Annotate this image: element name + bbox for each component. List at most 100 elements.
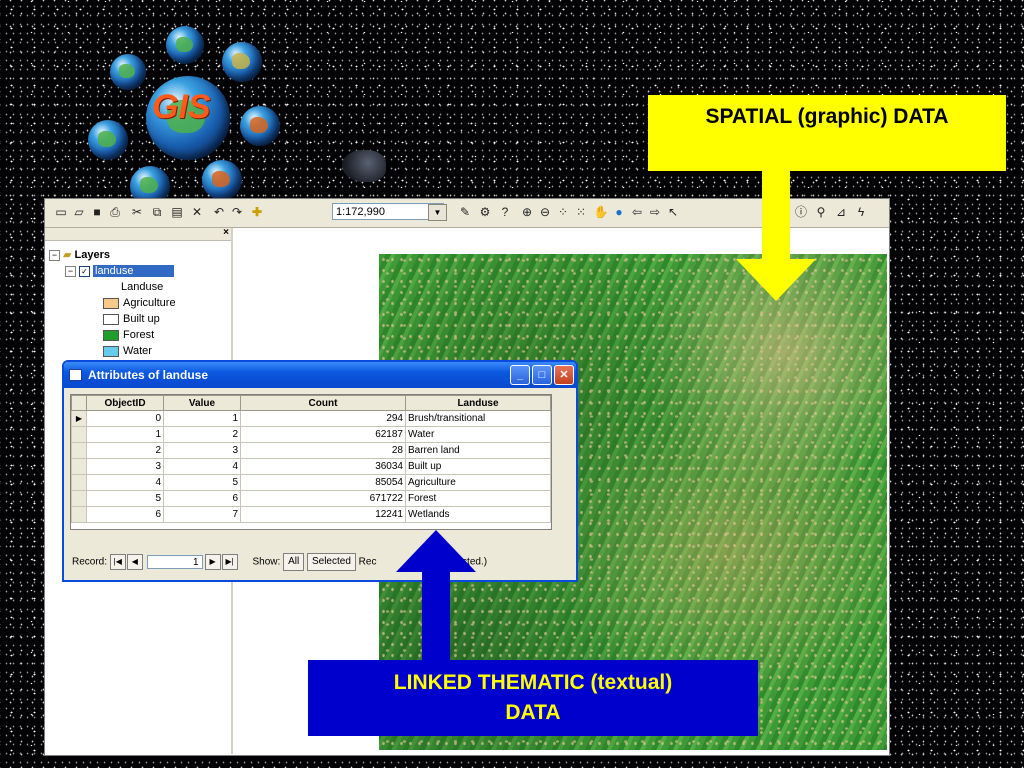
close-button[interactable]: ✕: [554, 365, 574, 385]
next-record-icon[interactable]: ▶: [204, 554, 221, 570]
table-row[interactable]: 1 2 62187 Water: [71, 426, 551, 443]
arrow-up-icon: [396, 530, 476, 660]
save-icon[interactable]: ■: [89, 204, 105, 220]
editor-icon[interactable]: ✎: [457, 204, 473, 220]
cell-value[interactable]: 2: [163, 426, 241, 443]
cell-objectid[interactable]: 2: [86, 442, 164, 459]
cell-count[interactable]: 36034: [240, 458, 406, 475]
cell-count[interactable]: 671722: [240, 490, 406, 507]
cell-landuse[interactable]: Agriculture: [405, 474, 551, 491]
chevron-down-icon[interactable]: ▼: [428, 204, 447, 221]
row-header[interactable]: [71, 490, 87, 507]
table-row[interactable]: 4 5 85054 Agriculture: [71, 474, 551, 491]
last-record-icon[interactable]: ▶|: [221, 554, 238, 570]
cut-icon[interactable]: ✂: [129, 204, 145, 220]
cell-objectid[interactable]: 6: [86, 506, 164, 523]
cell-landuse[interactable]: Barren land: [405, 442, 551, 459]
cell-value[interactable]: 7: [163, 506, 241, 523]
select-icon[interactable]: ↖: [665, 204, 681, 220]
copy-icon[interactable]: ⧉: [149, 204, 165, 220]
column-header-landuse[interactable]: Landuse: [405, 395, 551, 411]
whats-this-icon[interactable]: ?: [497, 204, 513, 220]
back-icon[interactable]: ⇦: [629, 204, 645, 220]
arctoolbox-icon[interactable]: ⚙: [477, 204, 493, 220]
row-header[interactable]: [71, 506, 87, 523]
table-row[interactable]: 2 3 28 Barren land: [71, 442, 551, 459]
thematic-data-callout: LINKED THEMATIC (textual) DATA: [308, 660, 758, 736]
gis-logo-text: GIS: [152, 88, 211, 126]
collapse-icon[interactable]: −: [49, 249, 60, 261]
cell-landuse[interactable]: Forest: [405, 490, 551, 507]
cell-count[interactable]: 294: [240, 410, 406, 427]
redo-icon[interactable]: ↷: [229, 204, 245, 220]
cell-value[interactable]: 3: [163, 442, 241, 459]
cell-count[interactable]: 62187: [240, 426, 406, 443]
legend-item: Agriculture: [103, 296, 176, 310]
print-icon[interactable]: ⎙: [107, 204, 123, 220]
row-header[interactable]: [71, 442, 87, 459]
close-icon[interactable]: ×: [223, 227, 229, 238]
row-header[interactable]: [71, 458, 87, 475]
layer-name[interactable]: landuse: [93, 265, 174, 277]
layers-label: Layers: [74, 249, 111, 261]
cell-count[interactable]: 85054: [240, 474, 406, 491]
zoom-in-icon[interactable]: ⊕: [519, 204, 535, 220]
new-document-icon[interactable]: ▭: [53, 204, 69, 220]
cell-value[interactable]: 4: [163, 458, 241, 475]
row-header[interactable]: [71, 426, 87, 443]
cell-count[interactable]: 28: [240, 442, 406, 459]
open-folder-icon[interactable]: ▱: [71, 204, 87, 220]
toc-root[interactable]: − ▰ Layers: [49, 248, 110, 262]
add-data-icon[interactable]: ✚: [249, 204, 265, 220]
record-number-input[interactable]: 1: [146, 555, 203, 569]
show-all-button[interactable]: All: [283, 553, 305, 571]
previous-record-icon[interactable]: ◀: [126, 554, 143, 570]
column-header-value[interactable]: Value: [163, 395, 241, 411]
layers-icon: ▰: [63, 249, 72, 261]
dialog-titlebar[interactable]: Attributes of landuse _ □ ✕: [64, 362, 576, 388]
table-row[interactable]: ▶ 0 1 294 Brush/transitional: [71, 410, 551, 427]
cell-value[interactable]: 6: [163, 490, 241, 507]
cell-landuse[interactable]: Brush/transitional: [405, 410, 551, 427]
cell-objectid[interactable]: 4: [86, 474, 164, 491]
cell-landuse[interactable]: Built up: [405, 458, 551, 475]
cell-objectid[interactable]: 3: [86, 458, 164, 475]
legend-swatch: [103, 313, 119, 325]
cell-objectid[interactable]: 0: [86, 410, 164, 427]
first-record-icon[interactable]: |◀: [109, 554, 126, 570]
undo-icon[interactable]: ↶: [211, 204, 227, 220]
cell-objectid[interactable]: 5: [86, 490, 164, 507]
toc-layer-landuse[interactable]: − ✓ landuse: [65, 264, 174, 278]
table-row[interactable]: 6 7 12241 Wetlands: [71, 506, 551, 523]
maximize-button[interactable]: □: [532, 365, 552, 385]
column-header-objectid[interactable]: ObjectID: [86, 395, 164, 411]
fixed-zoom-out-icon[interactable]: ⁙: [573, 204, 589, 220]
pan-icon[interactable]: ✋: [593, 204, 609, 220]
full-extent-icon[interactable]: ●: [611, 204, 627, 220]
collapse-icon[interactable]: −: [65, 265, 76, 277]
delete-icon[interactable]: ✕: [189, 204, 205, 220]
minimize-button[interactable]: _: [510, 365, 530, 385]
show-label: Show:: [252, 556, 281, 568]
cell-count[interactable]: 12241: [240, 506, 406, 523]
hyperlink-icon[interactable]: ϟ: [853, 204, 869, 220]
toc-header: ×: [45, 227, 231, 241]
cell-landuse[interactable]: Water: [405, 426, 551, 443]
thematic-callout-line1: LINKED THEMATIC (textual): [393, 671, 673, 694]
forward-icon[interactable]: ⇨: [647, 204, 663, 220]
column-header-count[interactable]: Count: [240, 395, 406, 411]
cell-objectid[interactable]: 1: [86, 426, 164, 443]
cell-value[interactable]: 5: [163, 474, 241, 491]
table-row[interactable]: 5 6 671722 Forest: [71, 490, 551, 507]
cell-value[interactable]: 1: [163, 410, 241, 427]
layer-visibility-checkbox[interactable]: ✓: [79, 265, 90, 277]
row-header[interactable]: [71, 474, 87, 491]
show-selected-button[interactable]: Selected: [306, 553, 356, 571]
paste-icon[interactable]: ▤: [169, 204, 185, 220]
measure-icon[interactable]: ⊿: [833, 204, 849, 220]
table-row[interactable]: 3 4 36034 Built up: [71, 458, 551, 475]
cell-landuse[interactable]: Wetlands: [405, 506, 551, 523]
zoom-out-icon[interactable]: ⊖: [537, 204, 553, 220]
fixed-zoom-in-icon[interactable]: ⁘: [555, 204, 571, 220]
current-row-marker-icon[interactable]: ▶: [71, 410, 87, 427]
